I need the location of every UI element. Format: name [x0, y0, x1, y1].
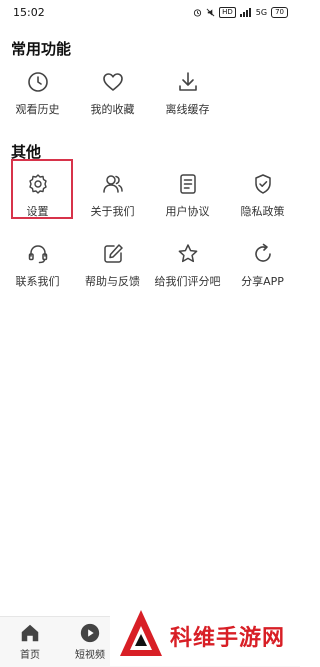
users-icon: [102, 175, 123, 193]
status-bar: 15:02 HD 5G 70: [0, 0, 300, 26]
watermark-logo: [120, 610, 162, 656]
play-icon: [80, 623, 100, 643]
user-agreement-label: 用户协议: [165, 205, 210, 218]
hd-badge: HD: [219, 7, 236, 18]
about-us-button[interactable]: 关于我们: [75, 172, 150, 232]
offline-cache-button[interactable]: 离线缓存: [150, 70, 225, 130]
status-icons: HD 5G 70: [193, 7, 288, 18]
history-button[interactable]: 观看历史: [0, 70, 75, 130]
mute-icon: [206, 8, 215, 17]
favorites-label: 我的收藏: [90, 103, 135, 116]
offline-cache-label: 离线缓存: [165, 103, 210, 116]
status-time: 15:02: [13, 6, 45, 19]
rate-us-button[interactable]: 给我们评分吧: [150, 242, 225, 302]
user-agreement-button[interactable]: 用户协议: [150, 172, 225, 232]
heart-icon: [102, 73, 123, 91]
help-feedback-button[interactable]: 帮助与反馈: [75, 242, 150, 302]
settings-button[interactable]: 设置: [0, 172, 75, 232]
history-label: 观看历史: [15, 103, 60, 116]
section-title-common: 常用功能: [11, 40, 72, 58]
contact-us-button[interactable]: 联系我们: [0, 242, 75, 302]
privacy-policy-label: 隐私政策: [240, 205, 285, 218]
shield-icon: [254, 174, 271, 194]
help-feedback-label: 帮助与反馈: [85, 275, 140, 288]
clock-icon: [27, 72, 48, 92]
watermark-text: 科维手游网: [170, 626, 286, 651]
network-type: 5G: [255, 8, 268, 17]
star-icon: [178, 244, 197, 263]
settings-label: 设置: [26, 205, 49, 218]
download-icon: [178, 72, 197, 91]
watermark: 科维手游网: [110, 600, 300, 666]
signal-icon: [239, 8, 251, 17]
share-app-label: 分享APP: [241, 275, 284, 288]
rate-us-label: 给我们评分吧: [154, 275, 221, 288]
favorites-button[interactable]: 我的收藏: [75, 70, 150, 130]
document-icon: [179, 174, 196, 194]
gear-icon: [28, 174, 47, 194]
contact-us-label: 联系我们: [15, 275, 60, 288]
battery-indicator: 70: [271, 7, 288, 18]
nav-home[interactable]: 首页: [0, 622, 60, 661]
about-us-label: 关于我们: [90, 205, 135, 218]
share-app-button[interactable]: 分享APP: [225, 242, 300, 302]
edit-icon: [103, 244, 123, 263]
headset-icon: [28, 245, 47, 264]
privacy-policy-button[interactable]: 隐私政策: [225, 172, 300, 232]
share-icon: [254, 243, 271, 262]
alarm-icon: [194, 9, 202, 17]
nav-home-label: 首页: [20, 650, 40, 661]
home-icon: [21, 624, 39, 642]
